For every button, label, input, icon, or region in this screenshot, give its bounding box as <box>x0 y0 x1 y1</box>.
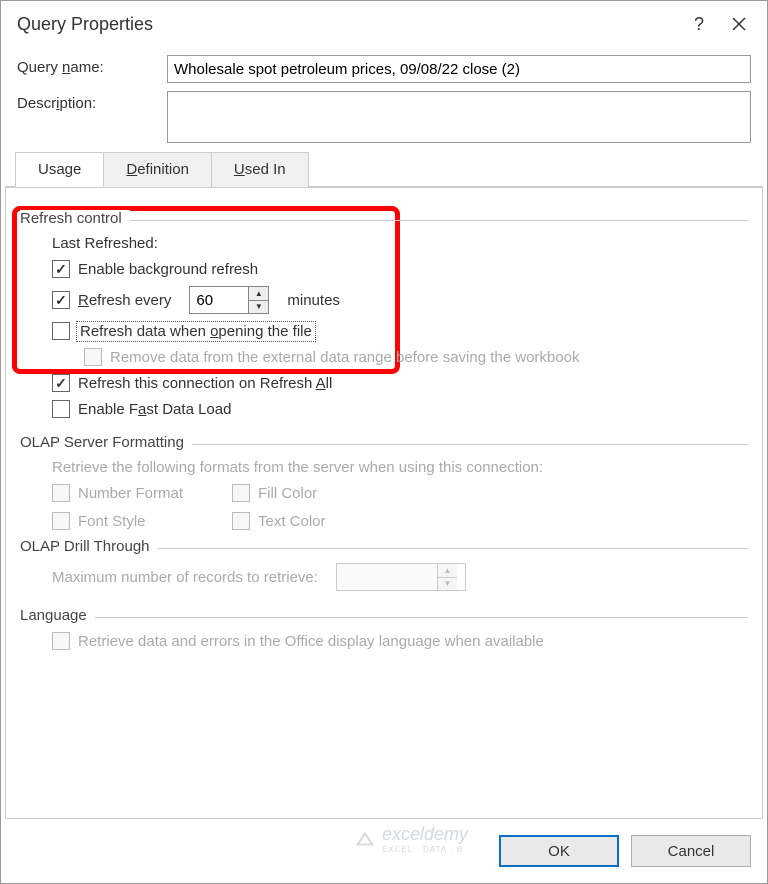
tab-definition[interactable]: Definition <box>103 152 212 187</box>
refresh-on-open-label: Refresh data when opening the file <box>78 323 314 340</box>
max-records-input <box>337 564 437 590</box>
tab-strip: Usage Definition Used In <box>5 151 763 187</box>
fast-data-load-label: Enable Fast Data Load <box>78 401 231 418</box>
query-properties-dialog: Query Properties ? Query name: Descripti… <box>0 0 768 884</box>
ok-button[interactable]: OK <box>499 835 619 867</box>
cancel-button[interactable]: Cancel <box>631 835 751 867</box>
description-input[interactable] <box>167 91 751 143</box>
refresh-interval-spinner[interactable]: ▲ ▼ <box>189 286 269 314</box>
close-button[interactable] <box>719 9 759 39</box>
text-color-label: Text Color <box>258 513 326 530</box>
language-label: Retrieve data and errors in the Office d… <box>78 633 544 650</box>
help-button[interactable]: ? <box>679 9 719 39</box>
remove-data-label: Remove data from the external data range… <box>110 349 579 366</box>
refresh-every-checkbox[interactable] <box>52 291 70 309</box>
number-format-checkbox <box>52 484 70 502</box>
query-name-label: Query name: <box>17 55 167 76</box>
refresh-every-label: Refresh every <box>78 292 171 309</box>
query-name-input[interactable] <box>167 55 751 83</box>
language-checkbox <box>52 632 70 650</box>
max-records-spinner: ▲ ▼ <box>336 563 466 591</box>
legend-language: Language <box>20 607 95 624</box>
spinner-down-icon[interactable]: ▼ <box>249 301 268 314</box>
section-olap-formatting: OLAP Server Formatting Retrieve the foll… <box>20 444 748 536</box>
legend-olap-formatting: OLAP Server Formatting <box>20 434 192 451</box>
section-language: Language Retrieve data and errors in the… <box>20 617 748 664</box>
fill-color-checkbox <box>232 484 250 502</box>
spinner-down-icon: ▼ <box>438 578 457 591</box>
refresh-on-open-checkbox[interactable] <box>52 322 70 340</box>
form-area: Query name: Description: <box>1 47 767 151</box>
enable-background-refresh-checkbox[interactable] <box>52 260 70 278</box>
tab-panel-usage: Refresh control Last Refreshed: Enable b… <box>5 187 763 819</box>
dialog-footer: OK Cancel <box>1 823 767 883</box>
legend-olap-drill: OLAP Drill Through <box>20 538 158 555</box>
close-icon <box>732 17 746 31</box>
enable-background-refresh-label: Enable background refresh <box>78 261 258 278</box>
refresh-all-label: Refresh this connection on Refresh All <box>78 375 332 392</box>
minutes-label: minutes <box>287 292 340 309</box>
legend-refresh-control: Refresh control <box>20 210 130 227</box>
spinner-up-icon: ▲ <box>438 564 457 578</box>
fast-data-load-checkbox[interactable] <box>52 400 70 418</box>
number-format-label: Number Format <box>78 485 183 502</box>
last-refreshed-label: Last Refreshed: <box>52 235 748 252</box>
dialog-title: Query Properties <box>17 14 679 35</box>
refresh-all-checkbox[interactable] <box>52 374 70 392</box>
section-refresh-control: Refresh control Last Refreshed: Enable b… <box>20 220 748 432</box>
font-style-checkbox <box>52 512 70 530</box>
max-records-label: Maximum number of records to retrieve: <box>52 569 318 586</box>
font-style-label: Font Style <box>78 513 146 530</box>
fill-color-label: Fill Color <box>258 485 317 502</box>
remove-data-checkbox <box>84 348 102 366</box>
text-color-checkbox <box>232 512 250 530</box>
tab-used-in[interactable]: Used In <box>211 152 309 187</box>
spinner-up-icon[interactable]: ▲ <box>249 287 268 301</box>
tab-usage[interactable]: Usage <box>15 152 104 187</box>
titlebar: Query Properties ? <box>1 1 767 47</box>
refresh-interval-input[interactable] <box>190 287 248 313</box>
section-olap-drill: OLAP Drill Through Maximum number of rec… <box>20 548 748 605</box>
olap-retrieve-label: Retrieve the following formats from the … <box>52 459 748 476</box>
description-label: Description: <box>17 91 167 112</box>
